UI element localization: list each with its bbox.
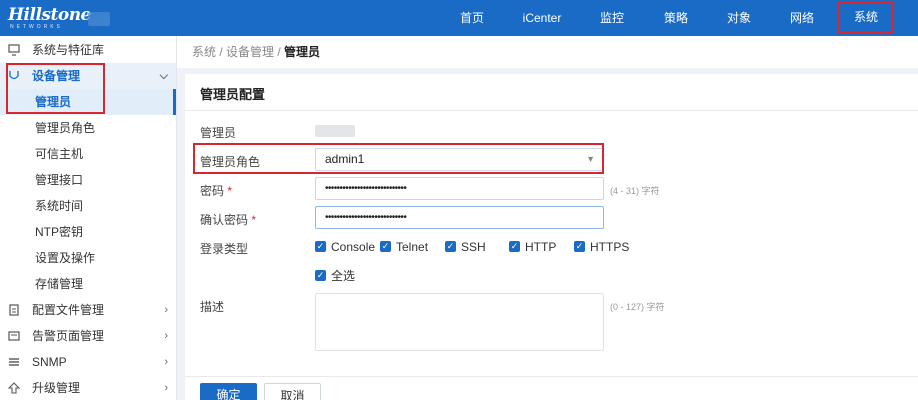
sidebar-item-storage-management[interactable]: 存储管理 bbox=[0, 271, 176, 297]
sidebar-item-label: 系统时间 bbox=[35, 199, 84, 213]
sidebar-item-settings-operations[interactable]: 设置及操作 bbox=[0, 245, 176, 271]
active-indicator bbox=[173, 89, 176, 115]
password-label-text: 密码 bbox=[200, 184, 225, 198]
sidebar-item-label: 可信主机 bbox=[35, 147, 84, 161]
blurred-admin-name bbox=[315, 125, 355, 137]
blurred-logo-region bbox=[88, 12, 110, 26]
breadcrumb: 系统 / 设备管理 / 管理员 bbox=[177, 36, 918, 68]
role-label: 管理员角色 bbox=[200, 155, 261, 169]
check-icon: ✓ bbox=[315, 270, 326, 281]
sidebar-item-label: 管理员角色 bbox=[35, 121, 96, 135]
checkbox-label: Console bbox=[331, 240, 376, 254]
check-icon: ✓ bbox=[380, 241, 391, 252]
role-select[interactable]: admin1 ▼ bbox=[315, 148, 604, 171]
divider bbox=[185, 110, 918, 111]
sidebar-item-label: 配置文件管理 bbox=[32, 303, 105, 317]
nav-icenter[interactable]: iCenter bbox=[517, 0, 567, 36]
device-icon bbox=[9, 71, 19, 80]
checkbox-label: 全选 bbox=[331, 269, 356, 283]
check-icon: ✓ bbox=[509, 241, 520, 252]
chevron-down-icon: ⌵ bbox=[159, 70, 168, 82]
sidebar: 系统与特征库 设备管理 ⌵ 管理员 管理员角色 可信主机 管理接口 系统时间 N… bbox=[0, 36, 177, 400]
description-textarea[interactable] bbox=[315, 293, 604, 351]
ok-button[interactable]: 确定 bbox=[200, 383, 257, 400]
check-icon: ✓ bbox=[315, 241, 326, 252]
sidebar-item-label: 系统与特征库 bbox=[32, 43, 105, 57]
nav-network[interactable]: 网络 bbox=[782, 0, 822, 36]
sidebar-item-label: NTP密钥 bbox=[35, 225, 84, 239]
sidebar-item-device-management[interactable]: 设备管理 ⌵ bbox=[0, 63, 176, 89]
chevron-right-icon: › bbox=[164, 382, 168, 394]
top-bar: Hillstone NETWORKS 首页 iCenter 监控 策略 对象 网… bbox=[0, 0, 918, 36]
nav-policy[interactable]: 策略 bbox=[656, 0, 696, 36]
sidebar-item-label: 存储管理 bbox=[35, 277, 84, 291]
description-hint: (0 - 127) 字符 bbox=[610, 302, 665, 312]
nav-object[interactable]: 对象 bbox=[719, 0, 759, 36]
upgrade-icon bbox=[8, 382, 20, 394]
file-icon bbox=[9, 304, 19, 316]
description-label: 描述 bbox=[200, 300, 225, 314]
admin-label: 管理员 bbox=[200, 126, 237, 140]
chevron-right-icon: › bbox=[164, 356, 168, 368]
checkbox-label: HTTP bbox=[525, 240, 557, 254]
confirm-password-field[interactable]: •••••••••••••••••••••••••••• bbox=[315, 206, 604, 229]
sidebar-item-label: 告警页面管理 bbox=[32, 329, 105, 343]
sidebar-item-upgrade-management[interactable]: 升级管理 › bbox=[0, 375, 176, 400]
login-type-label: 登录类型 bbox=[200, 242, 249, 256]
check-icon: ✓ bbox=[574, 241, 585, 252]
alarm-page-icon bbox=[8, 331, 20, 341]
divider bbox=[185, 376, 918, 377]
monitor-icon bbox=[8, 44, 20, 56]
role-select-value: admin1 bbox=[325, 152, 365, 166]
required-mark: * bbox=[227, 184, 233, 198]
caret-down-icon: ▼ bbox=[586, 154, 595, 164]
sidebar-item-ntp-key[interactable]: NTP密钥 bbox=[0, 219, 176, 245]
sidebar-item-alarm-page-management[interactable]: 告警页面管理 › bbox=[0, 323, 176, 349]
chevron-right-icon: › bbox=[164, 330, 168, 342]
checkbox-label: SSH bbox=[461, 240, 486, 254]
sidebar-item-management-interface[interactable]: 管理接口 bbox=[0, 167, 176, 193]
confirm-label-text: 确认密码 bbox=[200, 213, 249, 227]
confirm-password-label: 确认密码 * bbox=[200, 211, 256, 228]
sidebar-item-system-time[interactable]: 系统时间 bbox=[0, 193, 176, 219]
nav-system[interactable]: 系统 bbox=[838, 1, 894, 34]
sidebar-item-admin[interactable]: 管理员 bbox=[0, 89, 176, 115]
checkbox-label: HTTPS bbox=[590, 240, 630, 254]
sidebar-item-label: SNMP bbox=[32, 355, 67, 369]
logo-subtitle: NETWORKS bbox=[10, 24, 63, 30]
check-icon: ✓ bbox=[445, 241, 456, 252]
sidebar-item-label: 设备管理 bbox=[32, 69, 81, 83]
sidebar-item-snmp[interactable]: SNMP › bbox=[0, 349, 176, 375]
nav-home[interactable]: 首页 bbox=[452, 0, 492, 36]
logo: Hillstone bbox=[8, 5, 91, 25]
sidebar-item-label: 管理接口 bbox=[35, 173, 84, 187]
chevron-right-icon: › bbox=[164, 304, 168, 316]
cancel-button[interactable]: 取消 bbox=[264, 383, 321, 400]
admin-config-panel: 管理员配置 管理员 管理员角色 admin1 ▼ 密码 * ••••••••••… bbox=[185, 74, 918, 400]
checkbox-label: Telnet bbox=[396, 240, 429, 254]
sidebar-item-trusted-host[interactable]: 可信主机 bbox=[0, 141, 176, 167]
sidebar-item-label: 设置及操作 bbox=[35, 251, 96, 265]
nav-monitor[interactable]: 监控 bbox=[592, 0, 632, 36]
sidebar-item-system-and-signature[interactable]: 系统与特征库 bbox=[0, 37, 176, 63]
sidebar-item-config-file-management[interactable]: 配置文件管理 › bbox=[0, 297, 176, 323]
password-field[interactable]: •••••••••••••••••••••••••••• bbox=[315, 177, 604, 200]
sidebar-item-admin-role[interactable]: 管理员角色 bbox=[0, 115, 176, 141]
snmp-icon bbox=[9, 358, 19, 366]
required-mark: * bbox=[251, 213, 257, 227]
password-hint: (4 - 31) 字符 bbox=[610, 186, 660, 196]
breadcrumb-path: 系统 / 设备管理 / bbox=[192, 45, 285, 59]
sidebar-item-label: 升级管理 bbox=[32, 381, 81, 395]
breadcrumb-current: 管理员 bbox=[284, 45, 321, 59]
password-label: 密码 * bbox=[200, 182, 232, 199]
sidebar-item-label: 管理员 bbox=[35, 95, 72, 109]
panel-title: 管理员配置 bbox=[200, 87, 266, 102]
